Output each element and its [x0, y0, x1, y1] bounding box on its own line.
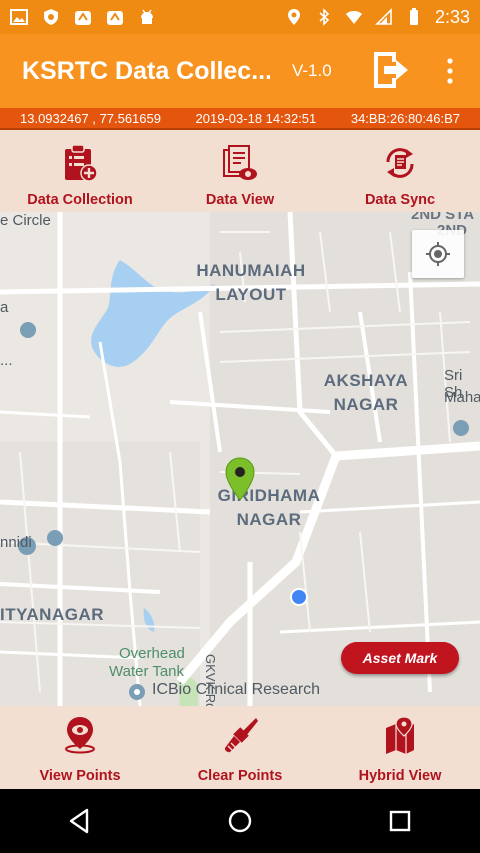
- overflow-menu-icon[interactable]: [440, 56, 460, 86]
- notification-icons: [10, 8, 156, 26]
- map-pin-icon[interactable]: [225, 457, 255, 501]
- datetime-text: 2019-03-18 14:32:51: [195, 110, 317, 126]
- status-time: 2:33: [434, 6, 470, 27]
- data-sync-button[interactable]: Data Sync: [320, 130, 480, 212]
- view-points-button[interactable]: View Points: [0, 706, 160, 789]
- map-layers-icon: [386, 716, 414, 754]
- shield-icon: [44, 9, 58, 25]
- image-icon: [10, 9, 28, 25]
- app-notification-icon: [107, 11, 123, 25]
- bottom-actions: View Points Clear Points Hybrid View: [0, 706, 480, 789]
- back-icon[interactable]: [65, 806, 95, 836]
- map-label-dots: ...: [0, 352, 13, 369]
- map-label-a: a: [0, 299, 9, 316]
- document-view-icon: [223, 145, 257, 180]
- app-bar: KSRTC Data Collec... V-1.0: [0, 34, 480, 108]
- recents-icon[interactable]: [385, 806, 415, 836]
- location-icon: [287, 9, 300, 25]
- clear-points-button[interactable]: Clear Points: [160, 706, 320, 789]
- map-view[interactable]: e Circle 2ND STA 2ND HANUMAIAH LAYOUT a …: [0, 212, 480, 706]
- wifi-icon: [345, 11, 362, 24]
- map-label-icbio: ICBio Clinical Research: [152, 681, 321, 698]
- data-view-button[interactable]: Data View: [160, 130, 320, 212]
- my-location-icon: [426, 242, 450, 266]
- asset-mark-button[interactable]: Asset Mark: [341, 642, 459, 674]
- system-icons: 2:33: [285, 7, 470, 28]
- coordinates-text: 13.0932467 , 77.561659: [20, 110, 161, 126]
- home-icon[interactable]: [225, 806, 255, 836]
- exit-icon[interactable]: [370, 48, 410, 92]
- my-location-button[interactable]: [412, 230, 464, 278]
- map-label-overhead: Overhead: [119, 645, 185, 662]
- view-points-label: View Points: [39, 768, 121, 784]
- map-label-layout: LAYOUT: [215, 285, 287, 304]
- bluetooth-icon: [319, 8, 330, 26]
- map-label-gkvk: GKVK Rd: [203, 654, 218, 706]
- location-view-icon: [65, 717, 95, 754]
- app-version: V-1.0: [292, 61, 332, 80]
- signal-icon: [375, 8, 392, 25]
- map-label-hanumaiah: HANUMAIAH: [196, 261, 306, 280]
- map-label-circle: e Circle: [0, 212, 51, 229]
- info-strip: 13.0932467 , 77.561659 2019-03-18 14:32:…: [0, 108, 480, 130]
- brush-icon: [224, 718, 258, 753]
- data-collection-label: Data Collection: [27, 192, 133, 208]
- map-label-ityanagar: ITYANAGAR: [0, 605, 104, 624]
- navigation-bar: [0, 789, 480, 853]
- hybrid-view-label: Hybrid View: [358, 768, 442, 784]
- battery-icon: [409, 8, 418, 25]
- map-label-water-tank: Water Tank: [109, 663, 185, 680]
- app-notification-icon: [75, 11, 91, 25]
- clipboard-add-icon: [65, 144, 98, 182]
- map-label-nagar-giridhama: NAGAR: [236, 510, 302, 529]
- data-view-label: Data View: [205, 192, 275, 208]
- map-label-maha: Maha: [444, 389, 480, 406]
- map-label-akshaya: AKSHAYA: [323, 371, 409, 390]
- hybrid-view-button[interactable]: Hybrid View: [320, 706, 480, 789]
- data-collection-button[interactable]: Data Collection: [0, 130, 160, 212]
- map-label-nagar-akshaya: NAGAR: [333, 395, 399, 414]
- status-bar: 2:33: [0, 0, 480, 34]
- android-icon: [141, 9, 153, 24]
- app-title: KSRTC Data Collec...: [22, 56, 270, 85]
- map-label-nnidi: nnidi: [0, 534, 32, 551]
- sync-icon: [386, 148, 414, 178]
- device-id-text: 34:BB:26:80:46:B7: [350, 110, 460, 126]
- data-sync-label: Data Sync: [364, 192, 436, 208]
- clear-points-label: Clear Points: [197, 768, 283, 784]
- top-actions: Data Collection Data View Data Sync: [0, 130, 480, 212]
- current-location-dot: [290, 588, 308, 606]
